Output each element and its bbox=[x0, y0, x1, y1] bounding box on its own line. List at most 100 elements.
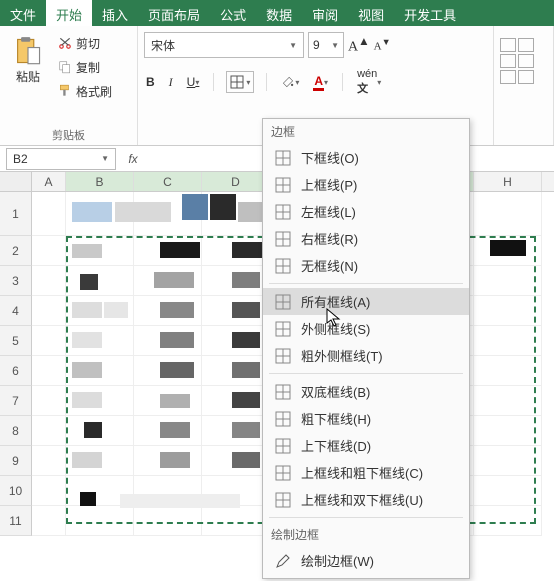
row-header[interactable]: 6 bbox=[0, 356, 32, 386]
cell[interactable] bbox=[32, 386, 66, 416]
font-name-combo[interactable]: 宋体 ▼ bbox=[144, 32, 304, 58]
col-header[interactable]: C bbox=[134, 172, 202, 191]
decrease-font-button[interactable]: A▼ bbox=[374, 37, 391, 53]
borders-dropdown-menu: 边框 下框线(O)上框线(P)左框线(L)右框线(R)无框线(N)所有框线(A)… bbox=[262, 118, 470, 579]
menu-item-border-option[interactable]: 外侧框线(S) bbox=[263, 315, 469, 342]
menu-item-border-option[interactable]: 上框线和双下框线(U) bbox=[263, 486, 469, 513]
align-top-left[interactable] bbox=[500, 38, 516, 52]
increase-font-button[interactable]: A▲ bbox=[348, 35, 370, 56]
col-header[interactable]: H bbox=[474, 172, 542, 191]
copy-icon bbox=[58, 60, 72, 74]
cell[interactable] bbox=[474, 416, 542, 446]
menu-item-border-option[interactable]: 下框线(O) bbox=[263, 144, 469, 171]
menu-item-border-option[interactable]: 上下框线(D) bbox=[263, 432, 469, 459]
row-header[interactable]: 9 bbox=[0, 446, 32, 476]
fx-button[interactable]: fx bbox=[122, 152, 144, 166]
menu-item-border-option[interactable]: 无框线(N) bbox=[263, 252, 469, 279]
cell[interactable] bbox=[474, 192, 542, 236]
copy-button[interactable]: 复制 bbox=[54, 56, 116, 78]
align-mid-left[interactable] bbox=[518, 54, 534, 68]
row-header[interactable]: 1 bbox=[0, 192, 32, 236]
select-all-corner[interactable] bbox=[0, 172, 32, 191]
col-header[interactable]: D bbox=[202, 172, 270, 191]
menu-separator bbox=[269, 283, 463, 284]
menu-item-label: 双底框线(B) bbox=[301, 382, 370, 401]
menu-item-label: 下框线(O) bbox=[301, 148, 359, 167]
fill-color-button[interactable]: ▾ bbox=[279, 73, 301, 91]
bold-button[interactable]: B bbox=[144, 73, 157, 91]
col-header[interactable]: B bbox=[66, 172, 134, 191]
row-header[interactable]: 11 bbox=[0, 506, 32, 536]
tab-home[interactable]: 开始 bbox=[46, 0, 92, 26]
format-painter-button[interactable]: 格式刷 bbox=[54, 80, 116, 102]
tab-data[interactable]: 数据 bbox=[256, 0, 302, 26]
cell[interactable] bbox=[66, 266, 134, 296]
ribbon-tabs: 文件 开始 插入 页面布局 公式 数据 审阅 视图 开发工具 bbox=[0, 0, 554, 26]
paste-button[interactable]: 粘贴 bbox=[6, 32, 50, 85]
cell[interactable] bbox=[32, 506, 66, 536]
align-mid-center[interactable] bbox=[500, 70, 516, 84]
cell[interactable] bbox=[32, 326, 66, 356]
tab-insert[interactable]: 插入 bbox=[92, 0, 138, 26]
menu-item-label: 右框线(R) bbox=[301, 229, 358, 248]
tab-review[interactable]: 审阅 bbox=[302, 0, 348, 26]
menu-item-border-option[interactable]: 右框线(R) bbox=[263, 225, 469, 252]
row-header[interactable]: 2 bbox=[0, 236, 32, 266]
menu-item-label: 左框线(L) bbox=[301, 202, 356, 221]
menu-item-border-option[interactable]: 粗外侧框线(T) bbox=[263, 342, 469, 369]
cell[interactable] bbox=[32, 476, 66, 506]
name-box[interactable]: B2 ▼ bbox=[6, 148, 116, 170]
cell[interactable] bbox=[474, 476, 542, 506]
align-top-center[interactable] bbox=[518, 38, 534, 52]
menu-item-border-option[interactable]: 所有框线(A) bbox=[263, 288, 469, 315]
tab-view[interactable]: 视图 bbox=[348, 0, 394, 26]
cell[interactable] bbox=[66, 506, 134, 536]
cell[interactable] bbox=[32, 266, 66, 296]
menu-item-border-option[interactable]: 左框线(L) bbox=[263, 198, 469, 225]
cell[interactable] bbox=[474, 266, 542, 296]
cell[interactable] bbox=[474, 386, 542, 416]
cell[interactable] bbox=[474, 506, 542, 536]
cell[interactable] bbox=[32, 356, 66, 386]
italic-button[interactable]: I bbox=[167, 73, 175, 92]
menu-item-border-option[interactable]: 粗下框线(H) bbox=[263, 405, 469, 432]
cell[interactable] bbox=[474, 356, 542, 386]
cell[interactable] bbox=[32, 192, 66, 236]
row-header[interactable]: 10 bbox=[0, 476, 32, 506]
cell[interactable] bbox=[32, 446, 66, 476]
tab-file[interactable]: 文件 bbox=[0, 0, 46, 26]
cell[interactable] bbox=[474, 296, 542, 326]
row-header[interactable]: 4 bbox=[0, 296, 32, 326]
menu-item-border-option[interactable]: 上框线(P) bbox=[263, 171, 469, 198]
cell[interactable] bbox=[32, 416, 66, 446]
cut-button[interactable]: 剪切 bbox=[54, 32, 116, 54]
menu-item-border-option[interactable]: 双底框线(B) bbox=[263, 378, 469, 405]
tab-page-layout[interactable]: 页面布局 bbox=[138, 0, 210, 26]
row-header[interactable]: 8 bbox=[0, 416, 32, 446]
col-header[interactable]: A bbox=[32, 172, 66, 191]
row-header[interactable]: 7 bbox=[0, 386, 32, 416]
underline-button[interactable]: U ▾ bbox=[185, 73, 202, 91]
cell[interactable] bbox=[32, 296, 66, 326]
chevron-down-icon: ▾ bbox=[246, 78, 250, 87]
borders-button[interactable]: ▾ bbox=[226, 71, 254, 93]
phonetic-guide-button[interactable]: wén文▾ bbox=[355, 66, 383, 98]
font-size-combo[interactable]: 9 ▼ bbox=[308, 32, 344, 58]
tab-developer[interactable]: 开发工具 bbox=[394, 0, 466, 26]
cell[interactable] bbox=[474, 326, 542, 356]
menu-item-border-option[interactable]: 上框线和粗下框线(C) bbox=[263, 459, 469, 486]
align-mid-right[interactable] bbox=[518, 70, 534, 84]
cell[interactable] bbox=[134, 506, 202, 536]
cell[interactable] bbox=[474, 446, 542, 476]
border-icon bbox=[275, 492, 291, 508]
menu-item-draw-border[interactable]: 绘制边框(W) bbox=[263, 547, 469, 574]
format-painter-label: 格式刷 bbox=[76, 83, 112, 100]
font-color-button[interactable]: A▾ bbox=[311, 72, 330, 93]
row-header[interactable]: 5 bbox=[0, 326, 32, 356]
tab-formulas[interactable]: 公式 bbox=[210, 0, 256, 26]
align-top-right[interactable] bbox=[500, 54, 516, 68]
menu-item-label: 粗下框线(H) bbox=[301, 409, 371, 428]
row-header[interactable]: 3 bbox=[0, 266, 32, 296]
cell[interactable] bbox=[202, 506, 270, 536]
cell[interactable] bbox=[32, 236, 66, 266]
